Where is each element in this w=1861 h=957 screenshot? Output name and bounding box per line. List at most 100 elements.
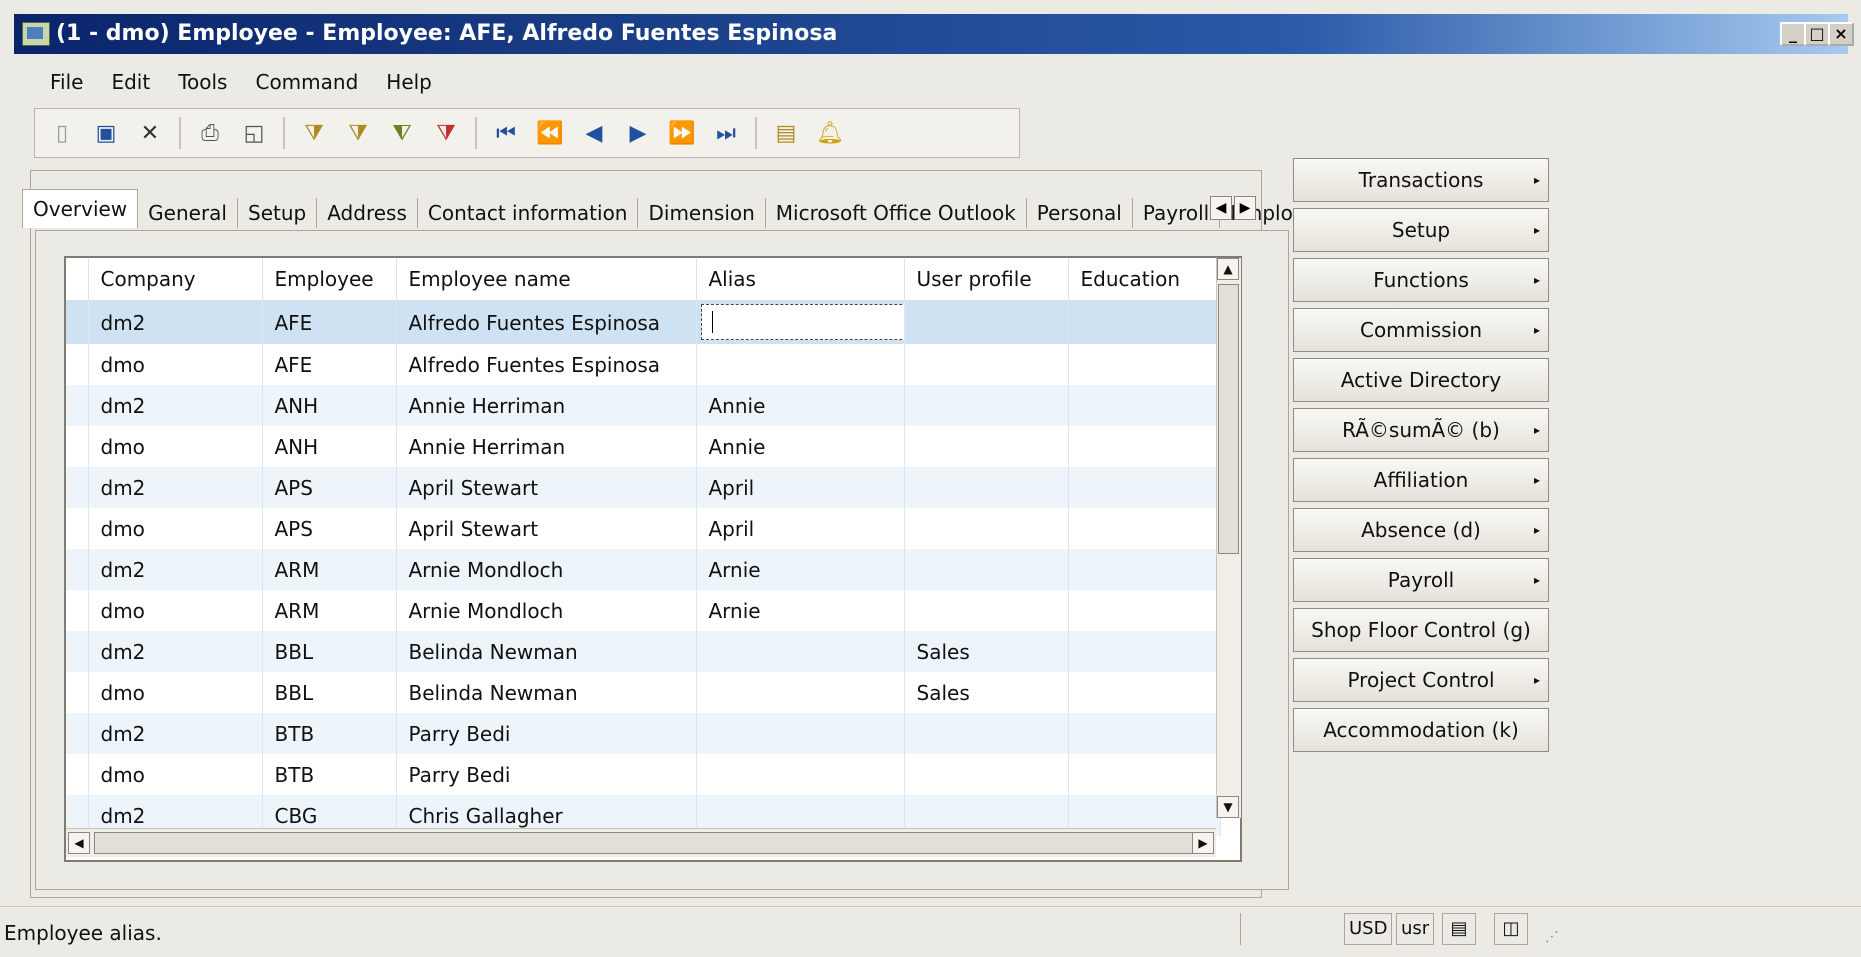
table-row[interactable]: dmo ANH Annie Herriman Annie: [66, 426, 1221, 467]
cell-education[interactable]: [1068, 467, 1221, 508]
cell-employee[interactable]: AFE: [262, 300, 397, 344]
tab-scroll-left-button[interactable]: ◀: [1210, 196, 1232, 220]
vertical-scrollbar[interactable]: ▲ ▼: [1216, 258, 1241, 818]
cell-employee[interactable]: BBL: [262, 631, 397, 672]
cell-user-profile[interactable]: Sales: [904, 672, 1069, 713]
row-selector[interactable]: [66, 590, 89, 631]
cell-education[interactable]: [1068, 300, 1221, 344]
cell-education[interactable]: [1068, 754, 1221, 795]
cell-employee[interactable]: APS: [262, 467, 397, 508]
menu-tools[interactable]: Tools: [164, 66, 241, 100]
menu-help[interactable]: Help: [372, 66, 446, 100]
alias-input[interactable]: [700, 304, 903, 340]
cell-education[interactable]: [1068, 549, 1221, 590]
cell-employee-name[interactable]: April Stewart: [396, 508, 697, 549]
cell-company[interactable]: dmo: [88, 508, 263, 549]
cell-education[interactable]: [1068, 426, 1221, 467]
table-row[interactable]: dmo ARM Arnie Mondloch Arnie: [66, 590, 1221, 631]
column-header-user-profile[interactable]: User profile: [904, 258, 1069, 301]
row-selector[interactable]: [66, 713, 89, 754]
cell-alias[interactable]: April: [696, 508, 905, 549]
last-record-icon[interactable]: ⏭: [709, 116, 743, 150]
menu-edit[interactable]: Edit: [97, 66, 164, 100]
cell-employee[interactable]: BTB: [262, 754, 397, 795]
cell-company[interactable]: dm2: [88, 631, 263, 672]
cell-employee[interactable]: APS: [262, 508, 397, 549]
cell-user-profile[interactable]: [904, 300, 1069, 344]
cell-user-profile[interactable]: [904, 426, 1069, 467]
transactions-button[interactable]: Transactions ▸: [1293, 158, 1549, 202]
scroll-up-icon[interactable]: ▲: [1217, 258, 1239, 280]
cell-employee-name[interactable]: April Stewart: [396, 467, 697, 508]
minimize-button[interactable]: _: [1780, 22, 1806, 46]
cell-employee[interactable]: ANH: [262, 385, 397, 426]
column-header-alias[interactable]: Alias: [696, 258, 905, 301]
cell-user-profile[interactable]: Sales: [904, 631, 1069, 672]
table-row[interactable]: dmo BBL Belinda Newman Sales: [66, 672, 1221, 713]
project-control-button[interactable]: Project Control ▸: [1293, 658, 1549, 702]
menu-file[interactable]: File: [36, 66, 97, 100]
cell-alias[interactable]: Annie: [696, 385, 905, 426]
functions-button[interactable]: Functions ▸: [1293, 258, 1549, 302]
row-selector[interactable]: [66, 426, 89, 467]
cell-alias[interactable]: Annie: [696, 426, 905, 467]
next-record-icon[interactable]: ▶: [621, 116, 655, 150]
row-selector[interactable]: [66, 300, 89, 344]
next-page-icon[interactable]: ⏩: [665, 116, 699, 150]
delete-icon[interactable]: ✕: [133, 116, 167, 150]
tab-setup[interactable]: Setup: [238, 198, 318, 228]
cell-user-profile[interactable]: [904, 549, 1069, 590]
cell-employee[interactable]: ARM: [262, 549, 397, 590]
cell-alias[interactable]: [696, 713, 905, 754]
print-icon[interactable]: ⎙: [193, 116, 227, 150]
new-icon[interactable]: ▯: [45, 116, 79, 150]
scroll-right-icon[interactable]: ▶: [1192, 832, 1214, 854]
scroll-down-icon[interactable]: ▼: [1217, 796, 1239, 818]
vertical-scroll-thumb[interactable]: [1218, 284, 1239, 554]
cell-alias[interactable]: [696, 344, 905, 385]
cell-employee-name[interactable]: Belinda Newman: [396, 672, 697, 713]
close-button[interactable]: ×: [1828, 22, 1854, 46]
tab-personal[interactable]: Personal: [1027, 198, 1133, 228]
row-selector[interactable]: [66, 344, 89, 385]
cell-company[interactable]: dmo: [88, 754, 263, 795]
resize-grip-icon[interactable]: ⋰: [1545, 929, 1559, 945]
cell-alias[interactable]: [696, 300, 905, 344]
cell-alias[interactable]: [696, 754, 905, 795]
tab-overview[interactable]: Overview: [22, 189, 139, 228]
tab-general[interactable]: General: [138, 198, 238, 228]
commission-button[interactable]: Commission ▸: [1293, 308, 1549, 352]
shop-floor-control-button[interactable]: Shop Floor Control (g): [1293, 608, 1549, 652]
row-selector[interactable]: [66, 754, 89, 795]
table-row[interactable]: dm2 BTB Parry Bedi: [66, 713, 1221, 754]
table-row[interactable]: dm2 ARM Arnie Mondloch Arnie: [66, 549, 1221, 590]
cell-company[interactable]: dmo: [88, 344, 263, 385]
cell-user-profile[interactable]: [904, 385, 1069, 426]
tab-scroll-right-button[interactable]: ▶: [1234, 196, 1256, 220]
tab-contact-information[interactable]: Contact information: [418, 198, 639, 228]
cell-employee[interactable]: BTB: [262, 713, 397, 754]
cell-education[interactable]: [1068, 631, 1221, 672]
cell-alias[interactable]: Arnie: [696, 549, 905, 590]
cell-employee[interactable]: ANH: [262, 426, 397, 467]
previous-page-icon[interactable]: ⏪: [533, 116, 567, 150]
table-row[interactable]: dm2 BBL Belinda Newman Sales: [66, 631, 1221, 672]
previous-record-icon[interactable]: ◀: [577, 116, 611, 150]
tab-address[interactable]: Address: [317, 198, 418, 228]
cell-education[interactable]: [1068, 590, 1221, 631]
currency-indicator[interactable]: USD: [1344, 913, 1393, 945]
cell-user-profile[interactable]: [904, 754, 1069, 795]
attachments-icon[interactable]: ▤: [769, 116, 803, 150]
cell-employee-name[interactable]: Alfredo Fuentes Espinosa: [396, 300, 697, 344]
cell-alias[interactable]: [696, 672, 905, 713]
affiliation-button[interactable]: Affiliation ▸: [1293, 458, 1549, 502]
status-window-icon[interactable]: ◫: [1494, 913, 1528, 945]
cell-company[interactable]: dm2: [88, 713, 263, 754]
row-selector[interactable]: [66, 467, 89, 508]
cell-employee[interactable]: BBL: [262, 672, 397, 713]
row-selector[interactable]: [66, 672, 89, 713]
cell-employee-name[interactable]: Parry Bedi: [396, 754, 697, 795]
cell-alias[interactable]: April: [696, 467, 905, 508]
accommodation-button[interactable]: Accommodation (k): [1293, 708, 1549, 752]
cell-employee-name[interactable]: Belinda Newman: [396, 631, 697, 672]
